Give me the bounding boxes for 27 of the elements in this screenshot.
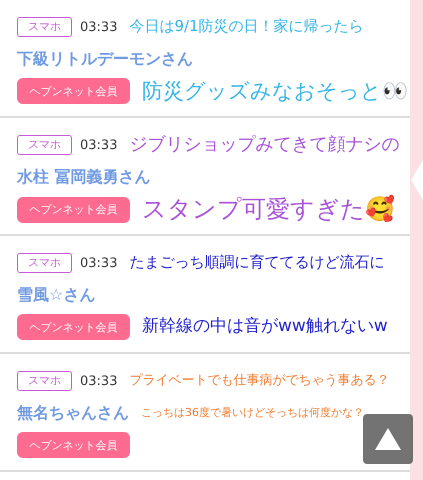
post-time: 03:33: [80, 20, 118, 34]
member-button[interactable]: ヘブンネット会員: [17, 196, 130, 223]
side-tab[interactable]: [410, 0, 423, 480]
caption-text: 防災グッズみなおそっと👀: [142, 78, 408, 104]
caption-text: 新幹線の中は音がww触れないw: [142, 317, 388, 337]
caption-text: こっちは36度で暑いけどそっちは何度かな？: [141, 406, 364, 420]
user-name[interactable]: 無名ちゃんさん: [17, 403, 129, 423]
member-button[interactable]: ヘブンネット会員: [17, 78, 130, 104]
user-name[interactable]: 雪風☆さん: [17, 285, 96, 305]
triangle-icon: [373, 426, 403, 452]
device-tag: スマホ: [17, 135, 72, 155]
device-tag: スマホ: [17, 371, 72, 391]
post-time: 03:33: [80, 138, 118, 152]
member-button[interactable]: ヘブンネット会員: [17, 314, 130, 340]
user-name[interactable]: 下級リトルデーモンさん: [17, 49, 193, 69]
device-tag: スマホ: [17, 17, 72, 37]
user-name[interactable]: 水柱 冨岡義勇さん: [17, 167, 151, 187]
caption-text: スタンプ可愛すぎた🥰: [142, 196, 395, 224]
caption-text: たまごっち順調に育ててるけど流石に: [129, 254, 384, 272]
caption-text: ジブリショップみてきて顔ナシの: [129, 134, 400, 156]
device-tag: スマホ: [17, 253, 72, 273]
caption-text: 今日は9/1防災の日！家に帰ったら: [129, 18, 364, 36]
caption-text: プライベートでも仕事病がでちゃう事ある？: [129, 374, 390, 388]
scroll-top-button[interactable]: [363, 414, 413, 464]
member-button[interactable]: ヘブンネット会員: [17, 432, 130, 458]
post-time: 03:33: [80, 256, 118, 270]
post-time: 03:33: [80, 374, 118, 388]
